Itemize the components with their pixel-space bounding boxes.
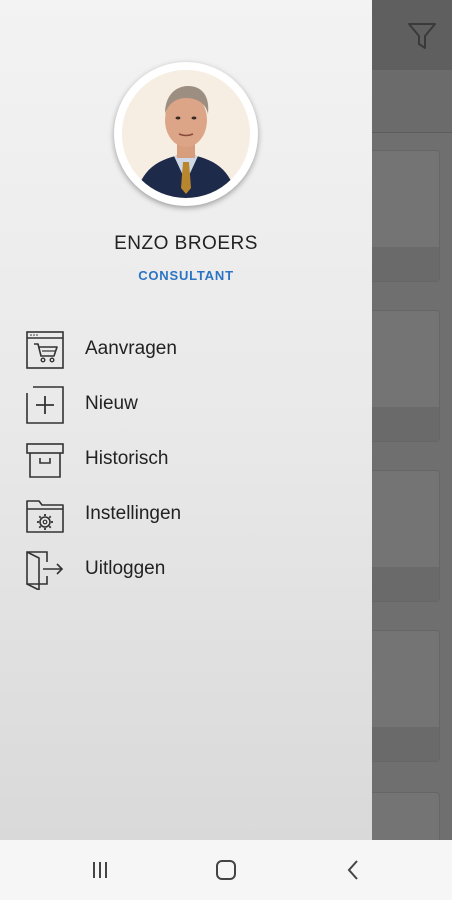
background-card <box>360 470 440 602</box>
profile-photo <box>122 70 250 198</box>
menu-item-uitloggen[interactable]: Uitloggen <box>0 545 372 595</box>
avatar[interactable] <box>114 62 258 206</box>
menu-item-historisch[interactable]: Historisch <box>0 435 372 485</box>
filter-icon[interactable] <box>406 20 438 52</box>
menu-item-nieuw[interactable]: Nieuw <box>0 380 372 430</box>
menu-item-aanvragen[interactable]: Aanvragen <box>0 325 372 375</box>
folder-gear-icon <box>26 500 64 533</box>
menu-item-label: Aanvragen <box>85 338 177 359</box>
recent-apps-icon[interactable] <box>70 850 130 890</box>
menu-item-label: Instellingen <box>85 503 182 524</box>
background-card <box>360 310 440 442</box>
cart-icon <box>26 331 64 369</box>
menu-item-label: Uitloggen <box>85 558 166 579</box>
archive-box-icon <box>26 443 64 478</box>
home-icon[interactable] <box>196 850 256 890</box>
navigation-drawer: ENZO BROERS CONSULTANT Aanvragen Nieuw H… <box>0 0 372 840</box>
background-card <box>360 630 440 762</box>
menu-item-label: Nieuw <box>85 393 138 414</box>
background-card <box>360 150 440 282</box>
logout-icon <box>26 551 64 590</box>
system-navigation-bar <box>0 840 452 900</box>
menu-item-label: Historisch <box>85 448 169 469</box>
user-name: ENZO BROERS <box>114 233 258 254</box>
plus-square-icon <box>26 386 64 424</box>
menu-item-instellingen[interactable]: Instellingen <box>0 490 372 540</box>
back-icon[interactable] <box>323 850 383 890</box>
user-role: CONSULTANT <box>138 268 234 283</box>
